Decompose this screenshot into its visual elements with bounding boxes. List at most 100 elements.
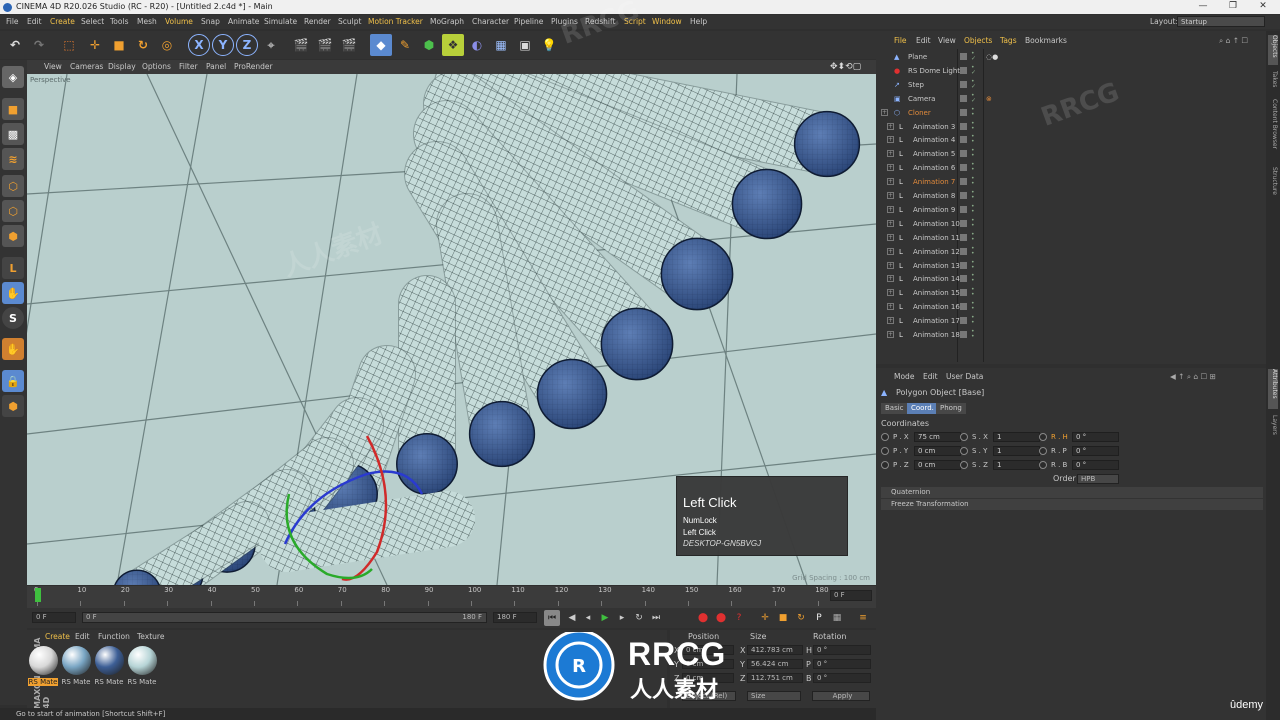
object-name[interactable]: Step (908, 78, 924, 92)
attr-menu-user-data[interactable]: User Data (946, 372, 983, 381)
object-name[interactable]: Animation 12 (913, 245, 960, 259)
light-icon[interactable]: 💡 (538, 34, 560, 56)
menu-edit[interactable]: Edit (27, 15, 42, 29)
expand-toggle[interactable]: + (887, 205, 894, 213)
object-name[interactable]: Animation 8 (913, 189, 955, 203)
start-frame-field[interactable]: 0 F (32, 612, 76, 623)
keyframe-selection-icon[interactable]: ? (731, 610, 747, 626)
menu-tools[interactable]: Tools (110, 15, 128, 29)
visibility-toggle[interactable] (960, 150, 967, 158)
object-name[interactable]: Animation 3 (913, 120, 955, 134)
expand-toggle[interactable]: + (887, 275, 894, 283)
expand-toggle[interactable]: + (887, 261, 894, 269)
menu-motion-tracker[interactable]: Motion Tracker (368, 15, 423, 29)
visibility-toggle[interactable] (960, 247, 967, 255)
render-toggle-icon[interactable]: • • (971, 203, 975, 214)
visibility-toggle[interactable] (960, 66, 967, 74)
expand-toggle[interactable]: + (887, 331, 894, 338)
render-toggle-icon[interactable]: • ✓ (971, 51, 976, 62)
edges-mode-icon[interactable]: ⬡ (2, 200, 24, 222)
attr-field[interactable]: 1 (993, 446, 1040, 456)
redo-icon[interactable]: ↷ (28, 34, 50, 56)
render-toggle-icon[interactable]: • ✓ (971, 64, 976, 75)
visibility-toggle[interactable] (960, 136, 967, 144)
attr-field[interactable]: 0 ° (1072, 446, 1119, 456)
axis-mode-icon[interactable]: L (2, 257, 24, 279)
object-name[interactable]: Animation 17 (913, 314, 960, 328)
attr-menu-edit[interactable]: Edit (923, 372, 938, 381)
object-row[interactable]: ● RS Dome Light • ✓ (881, 64, 1263, 78)
viewport-menu-display[interactable]: Display (108, 60, 136, 74)
object-name[interactable]: Animation 16 (913, 300, 960, 314)
object-row[interactable]: ▲ Plane • ✓ ◌● (881, 50, 1263, 64)
object-row[interactable]: + L Animation 15 • • (881, 286, 1263, 300)
menu-render[interactable]: Render (304, 15, 331, 29)
attr-field[interactable]: 0 cm (914, 446, 961, 456)
object-tag-icon[interactable]: ⊗ (986, 92, 992, 106)
object-row[interactable]: + L Animation 4 • • (881, 133, 1263, 147)
animation-key-radio[interactable] (1039, 433, 1047, 441)
obj-menu-bookmarks[interactable]: Bookmarks (1025, 36, 1067, 45)
side-tab-objects[interactable]: Objects (1268, 35, 1278, 65)
coord-size-field[interactable]: 112.751 cm (747, 673, 803, 683)
order-dropdown[interactable]: HPB (1077, 474, 1119, 484)
menu-simulate[interactable]: Simulate (264, 15, 297, 29)
render-toggle-icon[interactable]: • • (971, 273, 975, 284)
visibility-toggle[interactable] (960, 331, 967, 338)
obj-menu-objects[interactable]: Objects (964, 36, 992, 45)
texture-mode-icon[interactable]: ▩ (2, 123, 24, 145)
material-menu-texture[interactable]: Texture (137, 632, 164, 641)
attr-field[interactable]: 75 cm (914, 432, 961, 442)
camera-icon[interactable]: ▣ (514, 34, 536, 56)
maximize-button[interactable]: ❐ (1218, 0, 1248, 14)
coord-rotation-field[interactable]: 0 ° (813, 659, 871, 669)
freeze-transformation-group[interactable]: Freeze Transformation (881, 499, 1263, 510)
render-picture-viewer-icon[interactable]: 🎬 (314, 34, 336, 56)
timeline-ruler[interactable]: 0102030405060708090100110120130140150160… (27, 586, 876, 608)
visibility-toggle[interactable] (960, 80, 967, 88)
floor-icon[interactable]: ▦ (490, 34, 512, 56)
visibility-toggle[interactable] (960, 303, 967, 311)
animation-key-radio[interactable] (881, 461, 889, 469)
menu-plugins[interactable]: Plugins (551, 15, 578, 29)
layout-dropdown[interactable]: Startup (1177, 16, 1265, 27)
tab-phong[interactable]: Phong (936, 403, 966, 414)
object-row[interactable]: + L Animation 12 • • (881, 245, 1263, 259)
record-icon[interactable]: ⬤ (695, 610, 711, 626)
tweak-mode-icon[interactable]: ✋ (2, 282, 24, 304)
viewport-menu-filter[interactable]: Filter (179, 60, 198, 74)
expand-toggle[interactable]: + (887, 122, 894, 130)
go-to-start-icon[interactable]: ⏮ (544, 610, 560, 626)
expand-toggle[interactable]: + (881, 108, 888, 116)
render-toggle-icon[interactable]: • • (971, 259, 975, 270)
viewport-menu-options[interactable]: Options (142, 60, 171, 74)
object-tag-icon[interactable]: ◌● (986, 50, 998, 64)
cube-primitive-icon[interactable]: ◆ (370, 34, 392, 56)
menu-animate[interactable]: Animate (228, 15, 259, 29)
animation-key-radio[interactable] (1039, 447, 1047, 455)
object-row[interactable]: + L Animation 9 • • (881, 203, 1263, 217)
subdivision-icon[interactable]: ⬢ (418, 34, 440, 56)
tab-coord[interactable]: Coord. (907, 403, 938, 414)
object-name[interactable]: Cloner (908, 106, 931, 120)
autokey-icon[interactable]: ⬤ (713, 610, 729, 626)
object-row[interactable]: + L Animation 18 • • (881, 328, 1263, 342)
render-settings-icon[interactable]: 🎬 (338, 34, 360, 56)
apply-button[interactable]: Apply (812, 691, 870, 701)
visibility-toggle[interactable] (960, 205, 967, 213)
object-name[interactable]: Animation 4 (913, 133, 955, 147)
workplane-icon[interactable]: ≋ (2, 148, 24, 170)
expand-toggle[interactable]: + (887, 317, 894, 325)
expand-toggle[interactable]: + (887, 150, 894, 158)
object-row[interactable]: + L Animation 3 • • (881, 120, 1263, 134)
expand-toggle[interactable]: + (887, 136, 894, 144)
key-rotation-icon[interactable]: ↻ (793, 610, 809, 626)
render-toggle-icon[interactable]: • • (971, 287, 975, 298)
range-slider[interactable]: 0 F 180 F (82, 612, 487, 623)
menu-create[interactable]: Create (50, 15, 75, 29)
coord-rotation-field[interactable]: 0 ° (813, 645, 871, 655)
object-row[interactable]: + L Animation 7 • • (881, 175, 1263, 189)
end-frame-field[interactable]: 180 F (493, 612, 537, 623)
key-scale-icon[interactable]: ■ (775, 610, 791, 626)
visibility-toggle[interactable] (960, 275, 967, 283)
